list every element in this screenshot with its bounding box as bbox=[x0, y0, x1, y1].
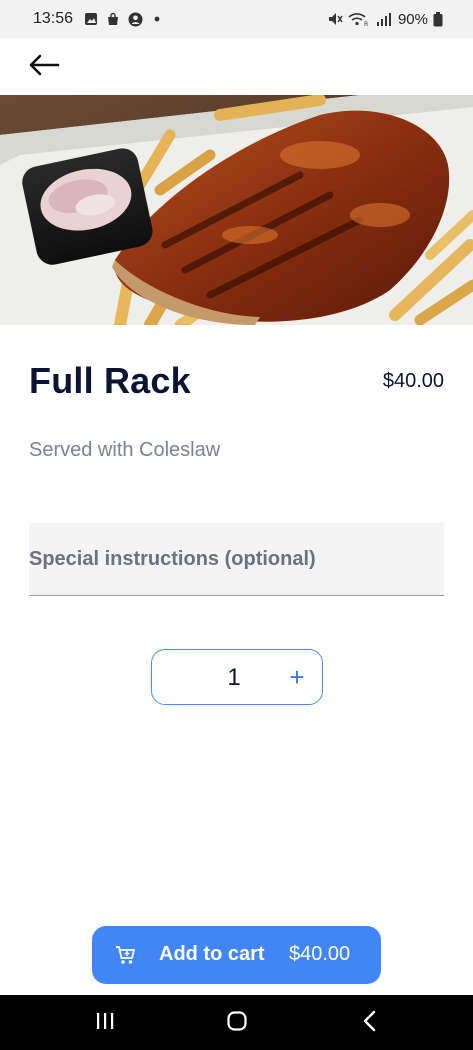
ribs-photo bbox=[0, 95, 473, 325]
image-icon bbox=[83, 11, 99, 27]
increase-quantity-button[interactable]: + bbox=[282, 660, 312, 694]
shopping-bag-icon bbox=[105, 11, 121, 27]
battery-icon bbox=[433, 11, 443, 27]
status-right: R 90% bbox=[327, 11, 443, 28]
battery-percent: 90% bbox=[397, 10, 428, 28]
quantity-stepper: 1 + bbox=[151, 649, 323, 705]
wifi-icon: R bbox=[348, 11, 370, 27]
screen: 13:56 R 90% Full Rack $40.00 Served with… bbox=[0, 0, 473, 1050]
back-button[interactable] bbox=[28, 52, 64, 82]
dot-icon bbox=[149, 11, 165, 27]
add-to-cart-price: $40.00 bbox=[289, 943, 351, 965]
plus-icon: + bbox=[289, 661, 305, 692]
item-title: Full Rack bbox=[29, 360, 191, 401]
account-circle-icon bbox=[127, 11, 143, 27]
cart-icon bbox=[114, 943, 138, 967]
svg-text:R: R bbox=[364, 21, 368, 27]
special-instructions-input[interactable] bbox=[29, 523, 444, 595]
status-bar: 13:56 R 90% bbox=[0, 0, 473, 38]
title-row: Full Rack $40.00 bbox=[29, 360, 444, 402]
recent-apps-button[interactable] bbox=[93, 1012, 117, 1034]
item-price: $40.00 bbox=[382, 369, 444, 392]
mute-icon bbox=[327, 11, 343, 27]
add-to-cart-label: Add to cart bbox=[159, 943, 265, 965]
signal-icon bbox=[375, 11, 393, 27]
special-instructions-field[interactable] bbox=[29, 523, 444, 596]
status-left: 13:56 bbox=[33, 10, 165, 28]
status-time: 13:56 bbox=[33, 10, 74, 27]
back-icon bbox=[360, 1010, 380, 1037]
app-bar bbox=[0, 38, 473, 95]
item-description: Served with Coleslaw bbox=[29, 439, 221, 461]
arrow-left-icon bbox=[28, 53, 60, 82]
home-icon bbox=[226, 1010, 248, 1037]
item-image bbox=[0, 95, 473, 325]
home-button[interactable] bbox=[225, 1010, 249, 1037]
recent-apps-icon bbox=[94, 1011, 116, 1036]
quantity-value: 1 bbox=[227, 664, 241, 691]
add-to-cart-button[interactable]: Add to cart $40.00 bbox=[92, 926, 381, 984]
system-back-button[interactable] bbox=[358, 1010, 382, 1037]
system-nav-bar bbox=[0, 995, 473, 1050]
